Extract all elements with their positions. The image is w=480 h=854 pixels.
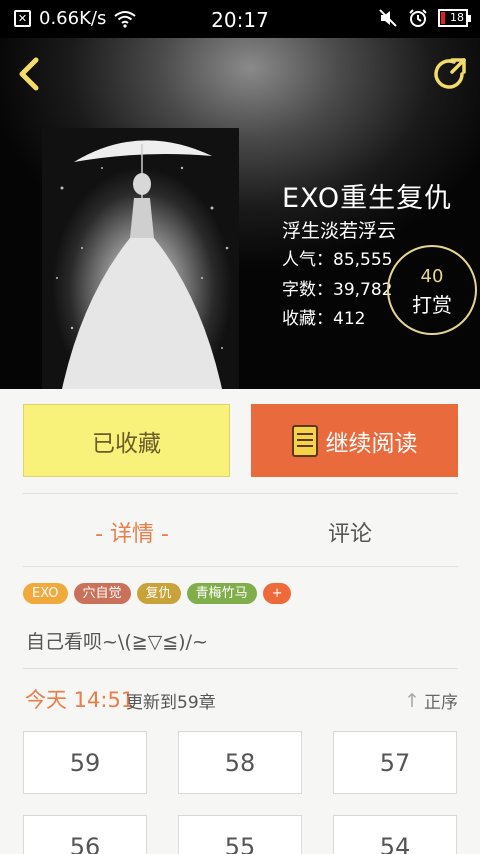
- sort-order-button[interactable]: ↑ 正序: [404, 688, 458, 714]
- favorited-button[interactable]: 已收藏: [23, 404, 230, 477]
- book-author: 浮生淡若浮云: [282, 220, 397, 242]
- tag[interactable]: EXO: [23, 583, 68, 604]
- reward-label: 打赏: [412, 293, 452, 317]
- battery-level: 18: [450, 11, 464, 24]
- tag[interactable]: 穴自觉: [73, 583, 131, 604]
- favorited-label: 已收藏: [92, 430, 161, 457]
- favorites-stat: 收藏：412: [282, 309, 366, 329]
- book-title: EXO重生复仇: [282, 183, 453, 214]
- chapter-button[interactable]: 55: [178, 815, 302, 854]
- continue-reading-button[interactable]: 继续阅读: [251, 404, 458, 477]
- tab-details[interactable]: - 详情 -: [23, 516, 241, 548]
- reward-count: 40: [420, 266, 444, 287]
- divider: [23, 493, 458, 494]
- chapter-button[interactable]: 58: [178, 731, 302, 794]
- update-text: 更新到59章: [126, 693, 216, 713]
- back-button[interactable]: [10, 54, 50, 94]
- chapter-button[interactable]: 59: [23, 731, 147, 794]
- tab-comments[interactable]: 评论: [241, 516, 459, 548]
- chapter-button[interactable]: 57: [333, 731, 457, 794]
- reward-button[interactable]: 40 打赏: [387, 245, 477, 335]
- chapter-button[interactable]: 54: [333, 815, 457, 854]
- continue-reading-label: 继续阅读: [325, 430, 418, 457]
- divider: [23, 668, 458, 669]
- book-header: EXO重生复仇 浮生淡若浮云 人气：85,555 字数：39,782 收藏：41…: [0, 38, 480, 389]
- tag[interactable]: 复仇: [136, 583, 181, 604]
- tag-list: EXO 穴自觉 复仇 青梅竹马 +: [23, 583, 292, 604]
- battery-icon: 18: [438, 9, 471, 27]
- popularity-stat: 人气：85,555: [282, 250, 393, 270]
- mute-icon: [379, 9, 397, 27]
- book-cover: [42, 128, 239, 389]
- arrow-up-icon: ↑: [404, 689, 420, 712]
- chevron-left-icon: [19, 57, 39, 91]
- book-intro: 自己看呗~\(≧▽≦)/~: [26, 631, 208, 653]
- tag[interactable]: 青梅竹马: [186, 583, 257, 604]
- status-bar: ✕ 0.66K/s 20:17 18: [0, 0, 480, 38]
- add-tag-button[interactable]: +: [262, 583, 292, 604]
- status-right: 18: [378, 8, 471, 28]
- word-count-stat: 字数：39,782: [282, 280, 393, 300]
- update-time: 今天 14:51: [25, 688, 135, 712]
- chapter-button[interactable]: 56: [23, 815, 147, 854]
- book-icon: [291, 424, 318, 457]
- divider: [23, 566, 458, 567]
- share-icon: [434, 58, 466, 89]
- alarm-icon: [409, 9, 427, 27]
- share-button[interactable]: [430, 54, 470, 94]
- sort-label: 正序: [424, 693, 458, 713]
